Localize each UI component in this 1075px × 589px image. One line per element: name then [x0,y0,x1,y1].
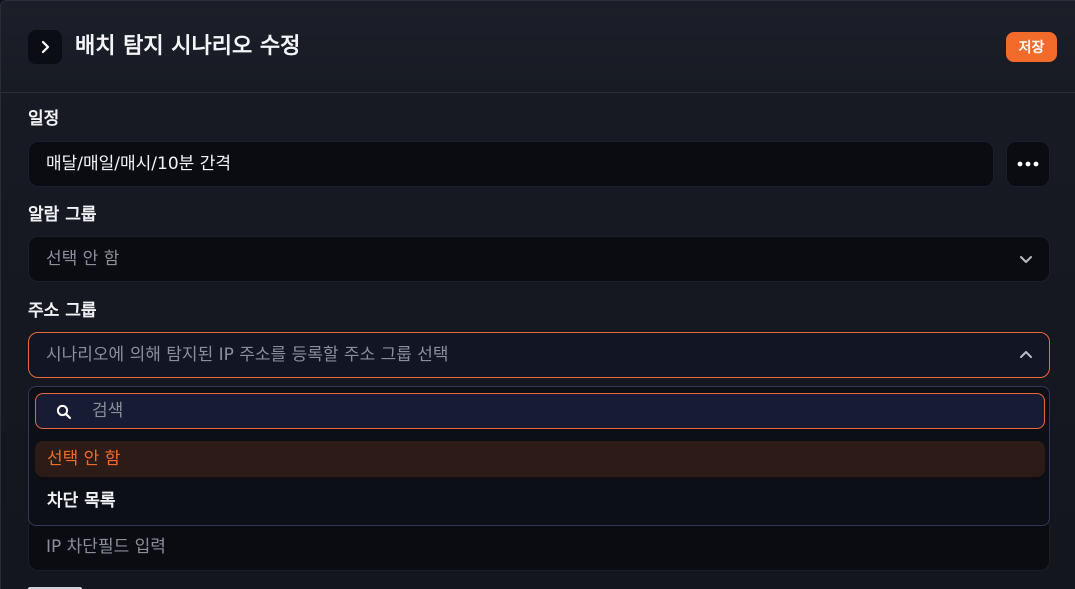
address-group-label: 주소 그룹 [28,301,97,321]
ip-block-field-input[interactable]: IP 차단필드 입력 [28,524,1050,571]
schedule-label: 일정 [28,109,60,129]
scenario-edit-panel: 배치 탐지 시나리오 수정 저장 일정 매달/매일/매시/10분 간격 알람 그… [0,0,1075,589]
schedule-more-button[interactable] [1006,141,1050,187]
dropdown-option-blocklist[interactable]: 차단 목록 [35,483,1045,519]
chevron-right-icon [41,40,50,54]
more-horizontal-icon [1017,161,1039,167]
dropdown-search-input[interactable] [92,394,992,428]
schedule-value: 매달/매일/매시/10분 간격 [46,154,231,174]
collapse-button[interactable] [28,30,62,64]
search-icon [56,404,72,420]
dropdown-search[interactable] [35,393,1045,429]
chevron-down-icon [1020,256,1032,263]
page-title: 배치 탐지 시나리오 수정 [75,34,301,59]
address-group-select[interactable]: 시나리오에 의해 탐지된 IP 주소를 등록할 주소 그룹 선택 [28,332,1050,378]
dropdown-option-none[interactable]: 선택 안 함 [35,441,1045,477]
ip-block-field-placeholder: IP 차단필드 입력 [46,537,166,557]
alarm-group-value: 선택 안 함 [46,249,120,269]
address-group-placeholder: 시나리오에 의해 탐지된 IP 주소를 등록할 주소 그룹 선택 [46,345,449,365]
save-button[interactable]: 저장 [1006,32,1057,62]
panel-header: 배치 탐지 시나리오 수정 저장 [1,1,1075,93]
next-section-label-partial [28,581,88,589]
alarm-group-label: 알람 그룹 [28,205,97,225]
address-group-dropdown: 선택 안 함 차단 목록 [28,386,1050,526]
schedule-field[interactable]: 매달/매일/매시/10분 간격 [28,141,994,187]
chevron-up-icon [1020,351,1032,358]
alarm-group-select[interactable]: 선택 안 함 [28,236,1050,282]
